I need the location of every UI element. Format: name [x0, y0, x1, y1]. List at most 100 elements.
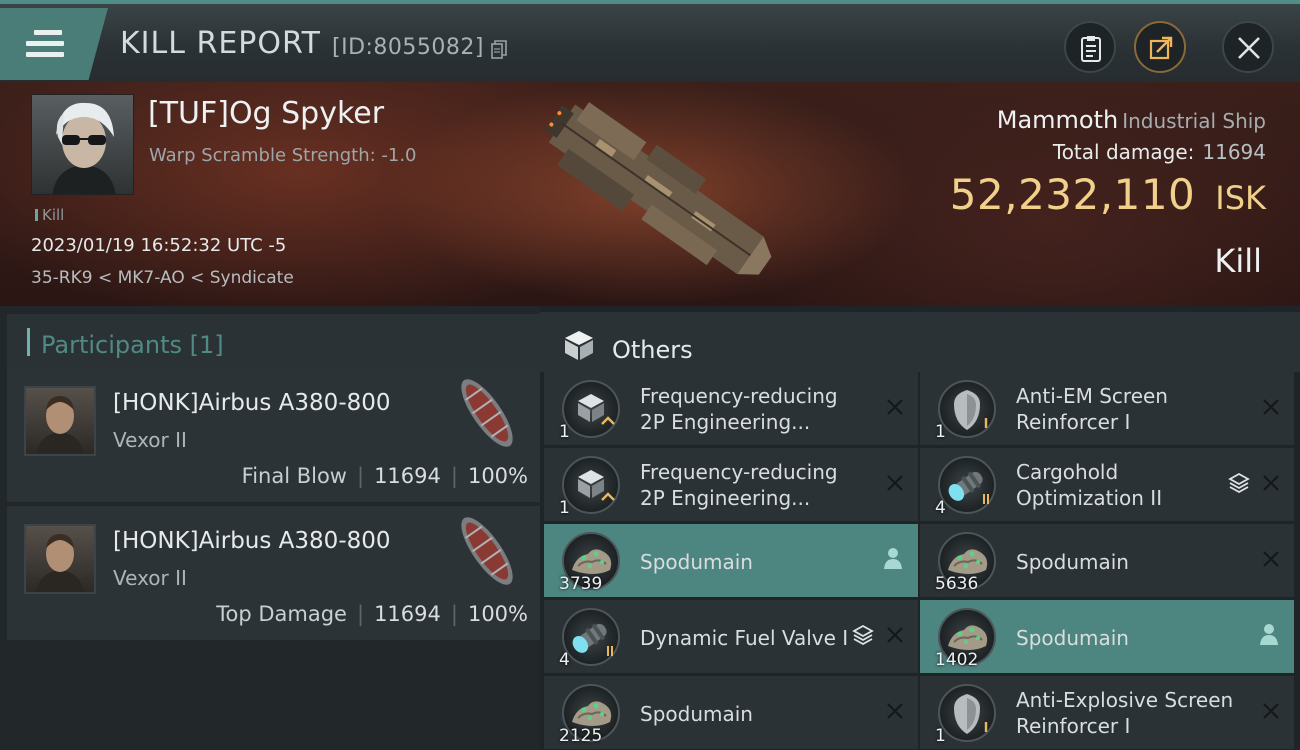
participant-stats: Final Blow | 11694 | 100% — [241, 464, 528, 488]
share-button[interactable] — [1134, 21, 1186, 73]
participant-card[interactable]: [HONK]Airbus A380-800 Vexor II Top Damag… — [7, 506, 540, 640]
participant-percent: 100% — [467, 602, 528, 626]
participant-name[interactable]: [HONK]Airbus A380-800 — [113, 528, 391, 554]
destroyed-x-icon — [1262, 398, 1280, 416]
participant-avatar[interactable] — [24, 386, 96, 456]
stack-layers-icon — [1228, 472, 1250, 494]
others-item[interactable]: 4 Cargohold Optimization II — [920, 448, 1294, 521]
victim-banner: [TUF]Og Spyker Warp Scramble Strength: -… — [0, 82, 1300, 306]
stack-layers-icon — [852, 624, 874, 646]
warp-scramble-strength: Warp Scramble Strength: -1.0 — [149, 145, 417, 166]
others-item[interactable]: 3739 Spodumain — [544, 524, 918, 597]
participant-name[interactable]: [HONK]Airbus A380-800 — [113, 390, 391, 416]
item-name: Spodumain — [640, 550, 753, 574]
destroyed-x-icon — [1262, 550, 1280, 568]
participant-role: Final Blow — [241, 464, 347, 488]
destroyed-x-icon — [886, 626, 904, 644]
item-name: Dynamic Fuel Valve I — [640, 626, 849, 650]
kill-datetime: 2023/01/19 16:52:32 UTC -5 — [31, 235, 287, 256]
others-item[interactable]: 5636 Spodumain — [920, 524, 1294, 597]
item-name: Spodumain — [1016, 550, 1129, 574]
others-item[interactable]: 1 Anti-EM Screen Reinforcer I — [920, 372, 1294, 445]
participant-percent: 100% — [467, 464, 528, 488]
destroyed-x-icon — [1262, 474, 1280, 492]
destroyed-x-icon — [886, 398, 904, 416]
destroyed-x-icon — [886, 474, 904, 492]
total-damage-value: 11694 — [1202, 140, 1266, 164]
module-chip-icon — [562, 456, 620, 514]
destroyed-x-icon — [1262, 702, 1280, 720]
item-name: Frequency-reducing 2P Engineering... — [640, 460, 838, 510]
shield-module-icon — [938, 380, 996, 438]
report-id: [ID:8055082] — [332, 35, 484, 60]
item-name: Frequency-reducing 2P Engineering... — [640, 384, 838, 434]
others-item[interactable]: 2125 Spodumain — [544, 676, 918, 749]
item-quantity: 3739 — [559, 574, 603, 594]
victim-ship: Mammoth Industrial Ship — [997, 106, 1266, 134]
item-quantity: 1 — [935, 422, 946, 442]
shield-module-icon — [938, 684, 996, 742]
participants-panel: Participants [1] [HONK]Airbus A380-800 V… — [0, 306, 540, 750]
participant-ship: Vexor II — [113, 566, 187, 590]
participant-ship: Vexor II — [113, 428, 187, 452]
outcome-label: Kill — [1214, 242, 1262, 280]
item-name: Spodumain — [1016, 626, 1129, 650]
participants-header: Participants [1] — [7, 314, 540, 372]
copy-icon[interactable] — [491, 40, 507, 60]
hamburger-menu-icon — [26, 30, 64, 62]
others-header: Others — [540, 312, 1300, 372]
others-panel: Others 1 Frequency-reducing 2P Engineerin… — [540, 306, 1300, 750]
participant-role: Top Damage — [216, 602, 347, 626]
item-quantity: 4 — [935, 498, 946, 518]
participant-avatar[interactable] — [24, 524, 96, 594]
others-item[interactable]: 1 Frequency-reducing 2P Engineering... — [544, 372, 918, 445]
cargo-rig-icon — [562, 608, 620, 666]
clipboard-icon — [1081, 36, 1101, 62]
item-name: Cargohold Optimization II — [1016, 460, 1163, 510]
page-title: KILL REPORT — [120, 26, 321, 61]
participant-stats: Top Damage | 11694 | 100% — [216, 602, 528, 626]
others-item[interactable]: 4 Dynamic Fuel Valve I — [544, 600, 918, 673]
cube-icon — [565, 331, 593, 360]
menu-button[interactable] — [0, 8, 108, 80]
item-quantity: 1 — [559, 498, 570, 518]
participant-damage: 11694 — [374, 464, 441, 488]
isk-value: 52,232,110 — [949, 170, 1196, 219]
share-icon — [1149, 36, 1173, 60]
item-quantity: 4 — [559, 650, 570, 670]
item-name: Anti-EM Screen Reinforcer I — [1016, 384, 1168, 434]
module-chip-icon — [562, 380, 620, 438]
person-icon[interactable] — [882, 546, 904, 570]
destroyed-x-icon — [886, 702, 904, 720]
others-item[interactable]: 1 Anti-Explosive Screen Reinforcer I — [920, 676, 1294, 749]
participants-title: Participants [1] — [41, 331, 224, 359]
item-quantity: 1 — [559, 422, 570, 442]
cargo-rig-icon — [938, 456, 996, 514]
item-name: Anti-Explosive Screen Reinforcer I — [1016, 688, 1234, 738]
participant-damage: 11694 — [374, 602, 441, 626]
others-item[interactable]: 1 Frequency-reducing 2P Engineering... — [544, 448, 918, 521]
participant-ship-image — [461, 517, 513, 585]
item-quantity: 1 — [935, 726, 946, 746]
victim-ship-image — [545, 102, 772, 275]
kill-tag: Kill — [35, 206, 64, 224]
others-item[interactable]: 1402 Spodumain — [920, 600, 1294, 673]
person-icon[interactable] — [1258, 622, 1280, 646]
clipboard-button[interactable] — [1064, 21, 1116, 73]
close-icon — [1238, 37, 1260, 59]
item-quantity: 1402 — [935, 650, 979, 670]
ship-class: Industrial Ship — [1122, 109, 1266, 133]
item-name: Spodumain — [640, 702, 753, 726]
others-title: Others — [612, 336, 693, 364]
total-damage: Total damage: 11694 — [1053, 140, 1266, 164]
victim-name[interactable]: [TUF]Og Spyker — [148, 96, 384, 131]
kill-location[interactable]: 35-RK9 < MK7-AO < Syndicate — [31, 268, 294, 288]
top-bar: KILL REPORT [ID:8055082] — [0, 0, 1300, 82]
total-damage-label: Total damage: — [1052, 140, 1195, 164]
participant-card[interactable]: [HONK]Airbus A380-800 Vexor II Final Blo… — [7, 368, 540, 502]
victim-avatar[interactable] — [31, 94, 134, 195]
isk-loss: 52,232,110 ISK — [950, 170, 1266, 219]
close-button[interactable] — [1222, 21, 1274, 73]
ship-name[interactable]: Mammoth — [997, 106, 1118, 134]
item-quantity: 5636 — [935, 574, 979, 594]
